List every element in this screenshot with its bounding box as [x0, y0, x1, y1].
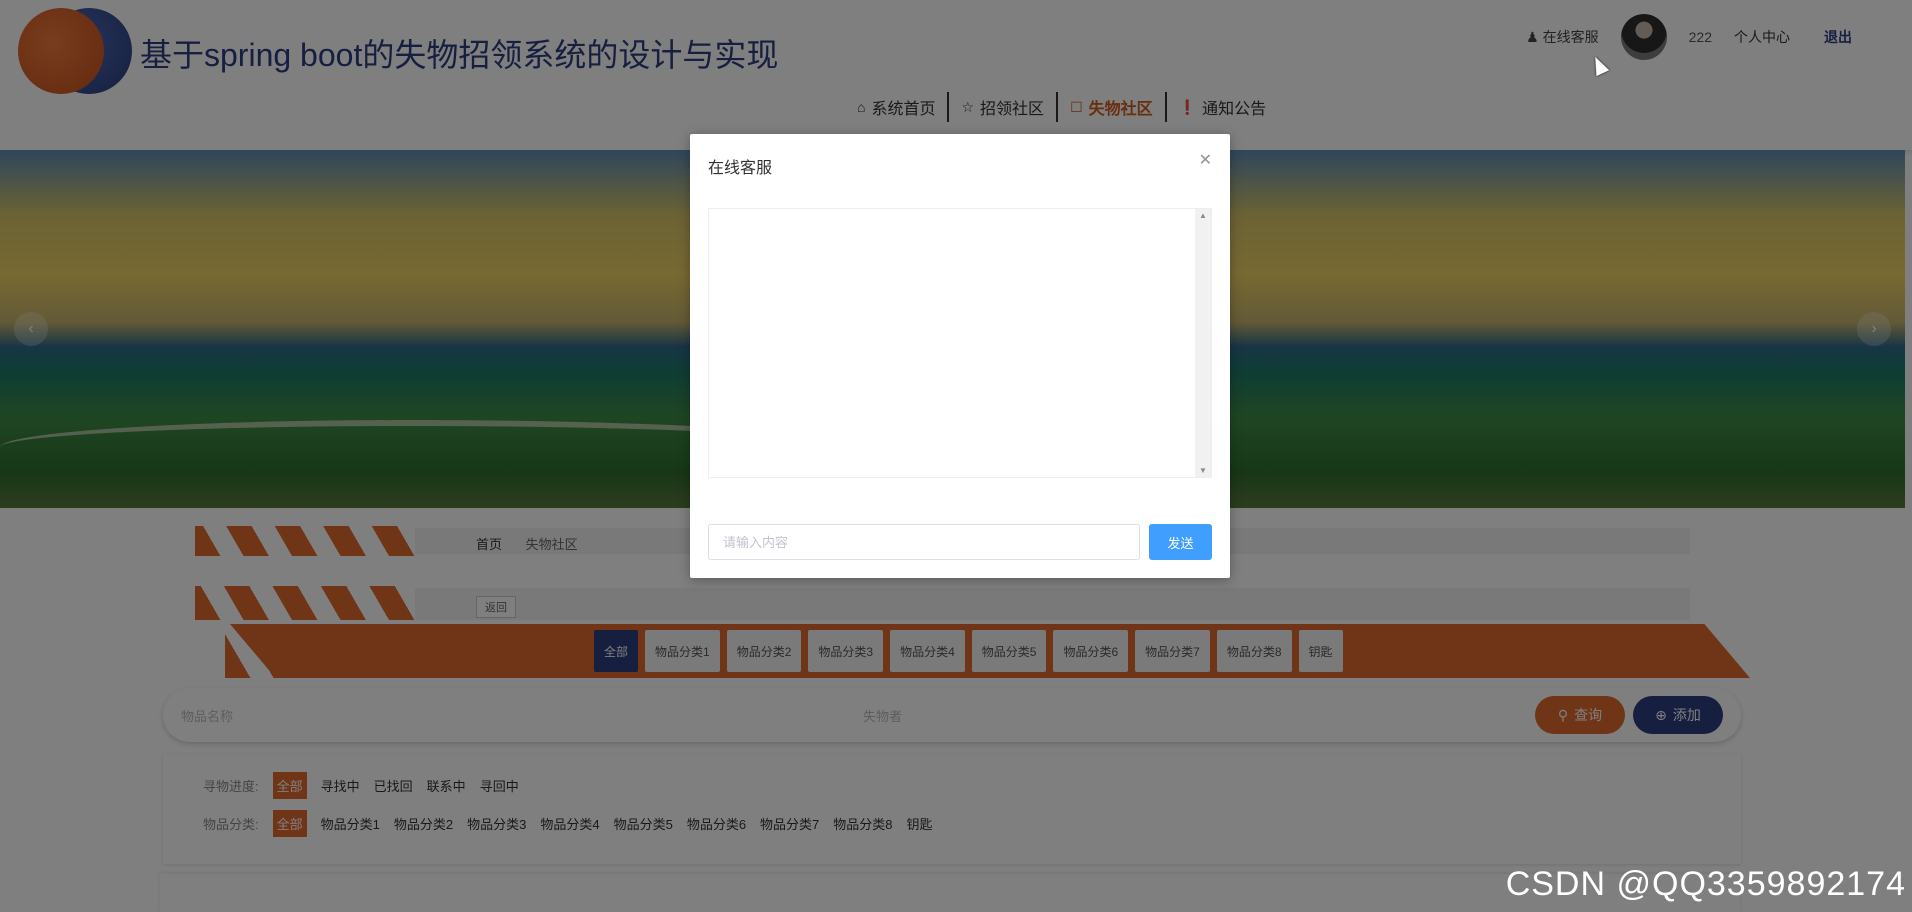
chat-input[interactable] — [708, 524, 1140, 560]
chat-messages[interactable]: ▲ ▼ — [708, 208, 1212, 478]
dialog-title: 在线客服 — [708, 160, 773, 177]
scroll-up-icon[interactable]: ▲ — [1199, 211, 1207, 220]
close-icon[interactable]: ✕ — [1199, 150, 1212, 170]
scroll-down-icon[interactable]: ▼ — [1199, 466, 1207, 475]
online-service-dialog: 在线客服 ✕ ▲ ▼ 发送 — [690, 134, 1230, 578]
watermark: CSDN @QQ3359892174 — [1505, 865, 1906, 903]
chat-scrollbar[interactable]: ▲ ▼ — [1195, 209, 1211, 477]
send-button[interactable]: 发送 — [1149, 524, 1212, 560]
